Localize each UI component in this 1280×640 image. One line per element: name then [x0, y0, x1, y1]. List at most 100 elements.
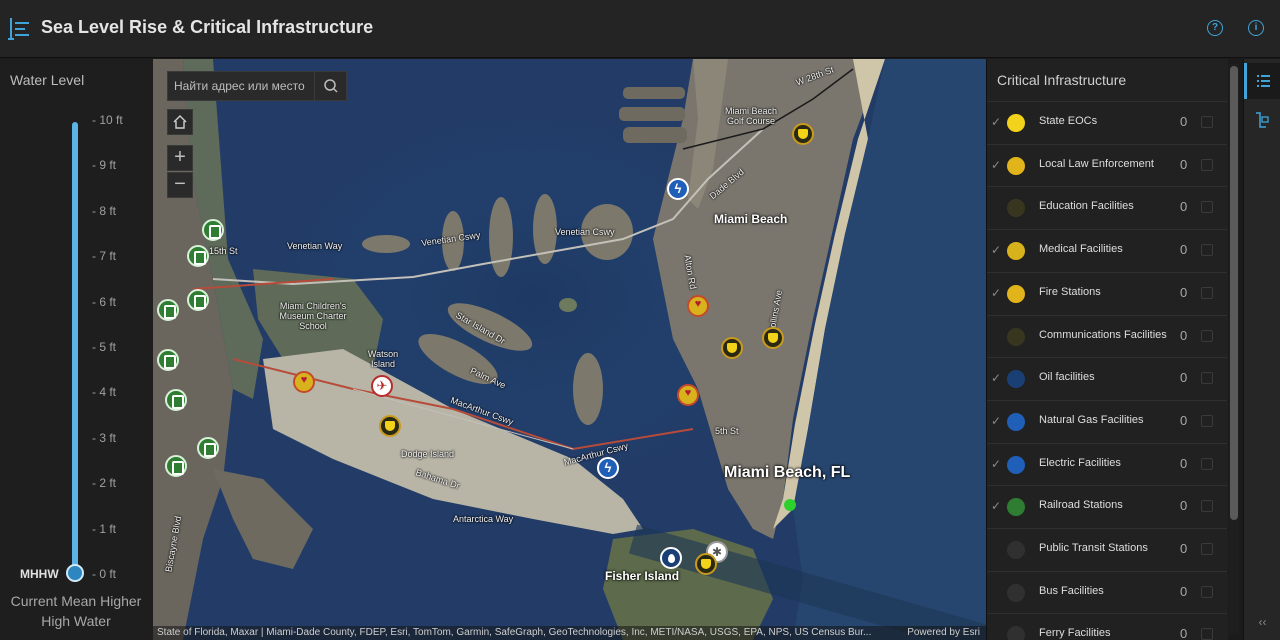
layer-count: 0	[1180, 541, 1188, 556]
layer-options-icon[interactable]	[1201, 244, 1213, 257]
railroad-station-marker[interactable]	[157, 299, 179, 321]
page-title: Sea Level Rise & Critical Infrastructure	[41, 17, 374, 37]
layer-row-local-law-enforcement[interactable]: ✓ Local Law Enforcement 0	[987, 143, 1227, 186]
water-level-slider-track[interactable]	[72, 122, 78, 574]
water-level-tick[interactable]: - 3 ft	[92, 431, 116, 445]
layer-options-icon[interactable]	[1201, 414, 1213, 427]
layer-row-public-transit-stations[interactable]: Public Transit Stations 0	[987, 528, 1227, 570]
railroad-station-marker[interactable]	[187, 289, 209, 311]
layer-row-ferry-facilities[interactable]: Ferry Facilities 0	[987, 613, 1227, 640]
badge-icon	[1007, 156, 1025, 175]
layer-visibility-check-icon[interactable]: ✓	[991, 158, 1001, 172]
layer-row-natural-gas-facilities[interactable]: ✓ Natural Gas Facilities 0	[987, 399, 1227, 442]
medical-facility-marker[interactable]	[293, 371, 315, 393]
water-level-slider-thumb[interactable]	[66, 564, 84, 582]
bus-icon	[1007, 583, 1025, 602]
layer-options-icon[interactable]	[1201, 372, 1213, 385]
layer-name: Ferry Facilities	[1039, 627, 1111, 640]
layer-visibility-check-icon[interactable]: ✓	[991, 414, 1001, 428]
layer-visibility-check-icon[interactable]: ✓	[991, 499, 1001, 513]
electric-facility-marker[interactable]	[667, 178, 689, 200]
law-enforcement-marker[interactable]	[695, 553, 717, 575]
railroad-station-marker[interactable]	[197, 437, 219, 459]
legend-icon	[1256, 112, 1269, 128]
zoom-in-button[interactable]: +	[167, 145, 193, 171]
search-button[interactable]	[314, 72, 346, 100]
layer-options-icon[interactable]	[1201, 329, 1213, 342]
layer-row-railroad-stations[interactable]: ✓ Railroad Stations 0	[987, 485, 1227, 527]
app-header: Sea Level Rise & Critical Infrastructure…	[0, 0, 1280, 58]
home-button[interactable]	[167, 109, 193, 135]
water-level-tick[interactable]: - 4 ft	[92, 385, 116, 399]
layer-name: Communications Facilities	[1039, 328, 1167, 341]
electric-facility-marker[interactable]	[597, 457, 619, 479]
fire-station-marker[interactable]	[792, 123, 814, 145]
railroad-station-marker[interactable]	[165, 455, 187, 477]
zoom-out-button[interactable]: −	[167, 172, 193, 198]
oil-facility-marker[interactable]	[660, 547, 682, 569]
water-level-tick[interactable]: - 8 ft	[92, 204, 116, 218]
layer-row-medical-facilities[interactable]: ✓ Medical Facilities 0	[987, 229, 1227, 271]
layer-visibility-check-icon[interactable]: ✓	[991, 371, 1001, 385]
powered-by-esri[interactable]: Powered by Esri	[907, 626, 980, 640]
layer-options-icon[interactable]	[1201, 158, 1213, 171]
layer-count: 0	[1180, 455, 1188, 471]
layer-name: Bus Facilities	[1039, 584, 1104, 597]
water-level-tick[interactable]: - 5 ft	[92, 340, 116, 354]
layer-options-icon[interactable]	[1201, 201, 1213, 214]
layer-row-education-facilities[interactable]: Education Facilities 0	[987, 186, 1227, 228]
layer-row-oil-facilities[interactable]: ✓ Oil facilities 0	[987, 357, 1227, 399]
water-level-tick[interactable]: - 9 ft	[92, 158, 116, 172]
layer-count: 0	[1180, 498, 1188, 514]
collapse-panel-button[interactable]: ‹‹	[1244, 607, 1280, 640]
railroad-station-marker[interactable]	[202, 219, 224, 241]
street-label: Antarctica Way	[453, 514, 514, 524]
water-level-tick[interactable]: - 2 ft	[92, 476, 116, 490]
layer-name: Electric Facilities	[1039, 456, 1121, 469]
water-level-tick[interactable]: - 7 ft	[92, 249, 116, 263]
street-label: Miami Children's Museum Charter School	[279, 301, 347, 331]
layer-list-scrollbar-thumb[interactable]	[1230, 66, 1238, 520]
search-input[interactable]	[168, 72, 314, 100]
layer-options-icon[interactable]	[1201, 543, 1213, 555]
layer-options-icon[interactable]	[1201, 457, 1213, 470]
layer-options-icon[interactable]	[1201, 116, 1213, 128]
railroad-station-marker[interactable]	[157, 349, 179, 371]
info-icon[interactable]: i	[1248, 20, 1264, 36]
medical-facility-marker[interactable]	[687, 295, 709, 317]
layer-row-electric-facilities[interactable]: ✓ Electric Facilities 0	[987, 442, 1227, 485]
layer-row-communications-facilities[interactable]: Communications Facilities 0	[987, 314, 1227, 357]
railroad-station-marker[interactable]	[187, 245, 209, 267]
water-level-tick[interactable]: - 10 ft	[92, 113, 123, 127]
layer-visibility-check-icon[interactable]: ✓	[991, 243, 1001, 257]
layer-list-button[interactable]	[1244, 63, 1280, 99]
layer-row-bus-facilities[interactable]: Bus Facilities 0	[987, 570, 1227, 613]
fire-station-marker[interactable]	[762, 327, 784, 349]
layer-row-fire-stations[interactable]: ✓ Fire Stations 0	[987, 271, 1227, 314]
railroad-station-marker[interactable]	[165, 389, 187, 411]
law-enforcement-marker[interactable]	[379, 415, 401, 437]
legend-button[interactable]	[1244, 103, 1280, 139]
layer-options-icon[interactable]	[1201, 628, 1213, 640]
layer-name: Public Transit Stations	[1039, 542, 1148, 554]
layer-count: 0	[1180, 284, 1188, 300]
app-logo-icon	[8, 18, 29, 40]
layer-options-icon[interactable]	[1201, 585, 1213, 598]
action-rail: ‹‹	[1243, 59, 1280, 640]
layer-visibility-check-icon[interactable]: ✓	[991, 115, 1001, 129]
water-level-tick[interactable]: - 6 ft	[92, 295, 116, 309]
medical-facility-marker[interactable]	[677, 384, 699, 406]
layer-options-icon[interactable]	[1201, 500, 1213, 513]
layer-row-state-eocs[interactable]: ✓ State EOCs 0	[987, 101, 1227, 143]
water-level-tick[interactable]: - 1 ft	[92, 522, 116, 536]
airport-marker[interactable]	[371, 375, 393, 397]
layer-visibility-check-icon[interactable]: ✓	[991, 457, 1001, 471]
help-icon[interactable]: ?	[1207, 20, 1223, 36]
fire-station-marker[interactable]	[721, 337, 743, 359]
layer-options-icon[interactable]	[1201, 286, 1213, 299]
map-view[interactable]: + − Miami Beach Miami Beach, FL Fisher I…	[153, 59, 986, 640]
layer-count: 0	[1180, 327, 1188, 343]
layer-visibility-check-icon[interactable]: ✓	[991, 286, 1001, 300]
water-level-tick[interactable]: - 0 ft	[92, 567, 116, 581]
antenna-icon	[1007, 327, 1025, 346]
